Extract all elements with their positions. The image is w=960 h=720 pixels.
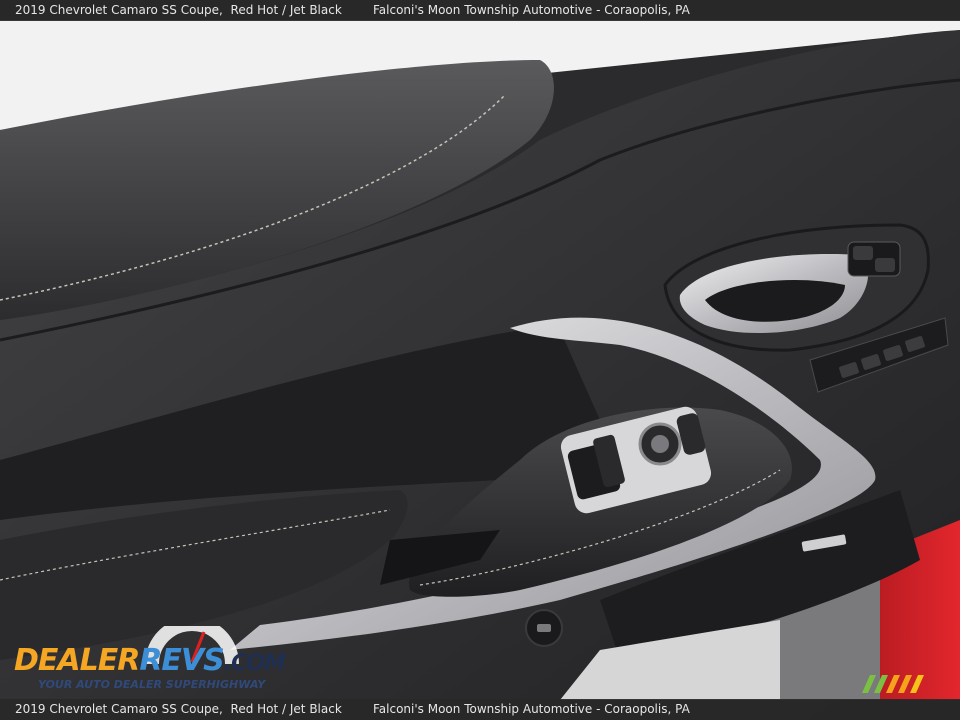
dealerrevs-logo: DEALERREVS.COM YOUR AUTO DEALER SUPERHIG… [12,626,286,698]
vehicle-name-bottom: 2019 Chevrolet Camaro SS Coupe, [15,702,223,716]
vehicle-caption: 2019 Chevrolet Camaro SS Coupe, Red Hot … [15,0,342,21]
caption-bar-bottom: 2019 Chevrolet Camaro SS Coupe, Red Hot … [0,699,960,720]
vehicle-color: Red Hot / Jet Black [230,3,342,17]
brand-stripes-icon [862,675,924,693]
door-panel-photo [0,0,960,720]
dealer-caption-bottom: Falconi's Moon Township Automotive - Cor… [373,702,690,716]
logo-wordmark: DEALERREVS.COM [14,643,286,678]
vehicle-name: 2019 Chevrolet Camaro SS Coupe, [15,3,223,17]
dealer-caption: Falconi's Moon Township Automotive - Cor… [373,3,690,17]
vehicle-color-bottom: Red Hot / Jet Black [230,702,342,716]
logo-tagline: YOUR AUTO DEALER SUPERHIGHWAY [38,678,266,691]
caption-bar-top: 2019 Chevrolet Camaro SS Coupe, Red Hot … [0,0,960,21]
vehicle-caption-bottom: 2019 Chevrolet Camaro SS Coupe, Red Hot … [15,699,342,720]
